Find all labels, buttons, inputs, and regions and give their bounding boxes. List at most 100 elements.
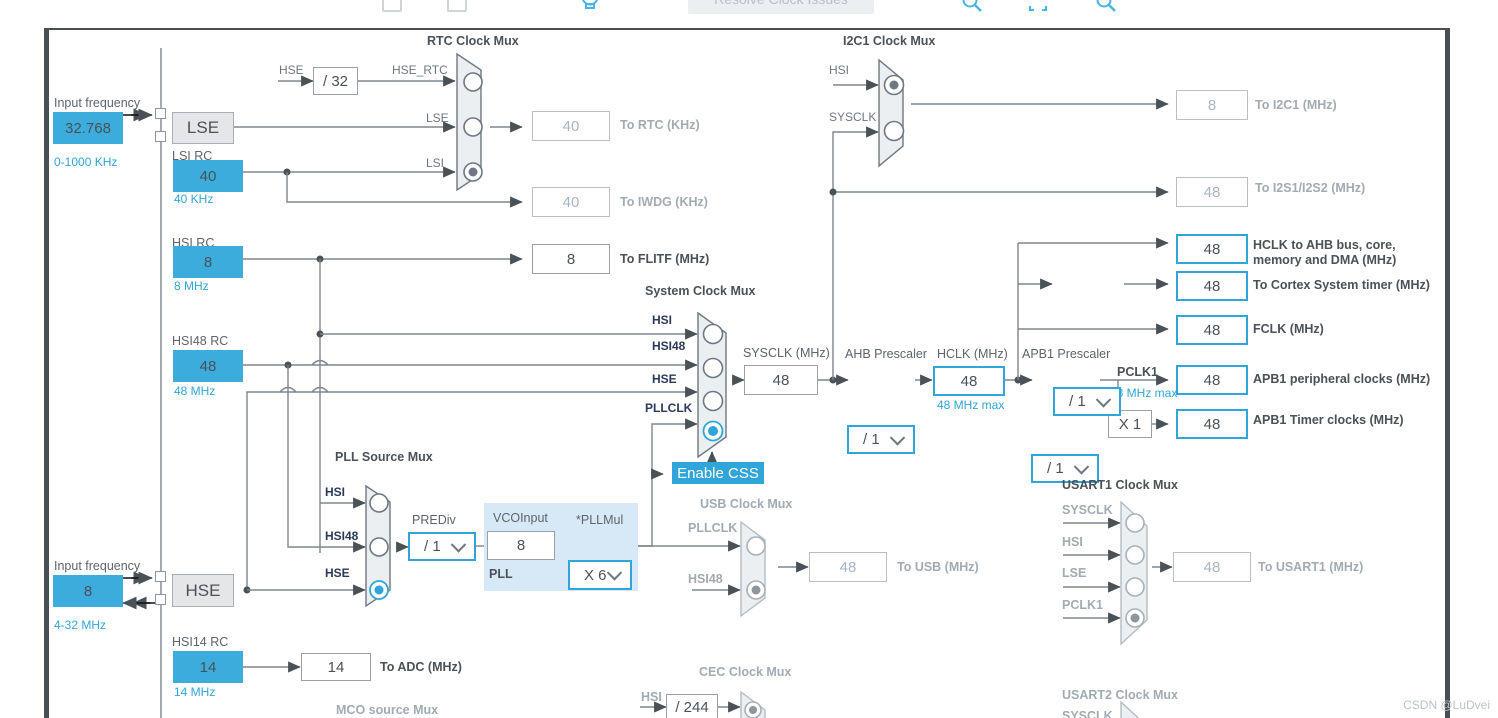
zoom-out-icon[interactable] xyxy=(1094,0,1118,14)
pllmul-select[interactable]: X 6 xyxy=(568,560,632,590)
fit-icon[interactable] xyxy=(1026,0,1050,14)
apb1-timer-output-label: APB1 Timer clocks (MHz) xyxy=(1253,413,1404,427)
to-adc-label: To ADC (MHz) xyxy=(380,660,462,674)
cec-clock-mux[interactable] xyxy=(739,690,779,718)
fclk-output-value[interactable]: 48 xyxy=(1176,315,1248,345)
lse-input-frequency-field[interactable]: 32.768 xyxy=(53,112,123,144)
lse-range-label: 0-1000 KHz xyxy=(54,155,118,169)
usb-mux-hsi48-label: HSI48 xyxy=(688,572,723,586)
usart2-mux-sysclk-label: SYSCLK xyxy=(1062,709,1113,718)
lse-terminal-top xyxy=(155,108,166,119)
sysclk-title: SYSCLK (MHz) xyxy=(743,346,830,360)
rtc-mux-lse-label: LSE xyxy=(426,111,449,125)
hclk-title: HCLK (MHz) xyxy=(937,347,1008,361)
chevron-down-icon xyxy=(450,536,467,553)
lsi-rc-unit-label: 40 KHz xyxy=(174,192,214,206)
prediv-select[interactable]: / 1 xyxy=(408,532,476,561)
i2c1-mux-sysclk-label: SYSCLK xyxy=(829,110,877,124)
panel-icon[interactable] xyxy=(447,0,467,12)
toolbar: Resolve Clock Issues xyxy=(0,0,1498,20)
hse-input-frequency-field[interactable]: 8 xyxy=(53,575,123,607)
i2c1-clock-mux[interactable] xyxy=(877,58,917,168)
to-i2s-label: To I2S1/I2S2 (MHz) xyxy=(1255,181,1366,195)
hsi48-rc-value-field[interactable]: 48 xyxy=(173,350,243,382)
ahb-prescaler-title: AHB Prescaler xyxy=(845,347,927,361)
ahb-prescaler-value: / 1 xyxy=(863,431,880,448)
to-i2c1-label: To I2C1 (MHz) xyxy=(1255,98,1337,112)
hclk-ahb-output-value[interactable]: 48 xyxy=(1176,234,1248,264)
bulb-icon[interactable] xyxy=(578,0,602,14)
hsi14-rc-value-field[interactable]: 14 xyxy=(173,651,243,683)
rtc-clock-mux[interactable] xyxy=(455,52,495,192)
pclk1-label: PCLK1 xyxy=(1117,365,1158,379)
system-clock-mux[interactable] xyxy=(696,311,740,459)
hsi14-rc-title: HSI14 RC xyxy=(172,635,229,649)
hclk-value[interactable]: 48 xyxy=(933,366,1005,396)
prediv-title: PREDiv xyxy=(412,513,456,527)
hse-oscillator-box[interactable]: HSE xyxy=(172,574,234,607)
usart1-mux-pclk1-label: PCLK1 xyxy=(1062,598,1103,612)
rtc-hse-divider: / 32 xyxy=(313,67,358,95)
to-rtc-value: 40 xyxy=(532,111,610,141)
panel-icon[interactable] xyxy=(382,0,402,12)
lsi-rc-value-field[interactable]: 40 xyxy=(173,160,243,192)
vcoinput-value: 8 xyxy=(487,531,555,560)
to-usart1-label: To USART1 (MHz) xyxy=(1258,560,1364,574)
i2c1-mux-hsi-label: HSI xyxy=(829,63,850,77)
system-clock-mux-title: System Clock Mux xyxy=(645,284,756,298)
usb-clock-mux-title: USB Clock Mux xyxy=(700,497,793,511)
pll-mux-hse-label: HSE xyxy=(325,566,350,580)
pll-source-mux[interactable] xyxy=(364,484,404,608)
cortex-prescaler-select[interactable]: / 1 xyxy=(1053,387,1121,416)
watermark: CSDN @LuDvei xyxy=(1403,698,1490,712)
usb-clock-mux[interactable] xyxy=(739,520,779,618)
hsi-rc-value-field[interactable]: 8 xyxy=(173,246,243,278)
cec-clock-mux-title: CEC Clock Mux xyxy=(699,665,792,679)
prediv-value: / 1 xyxy=(424,538,441,555)
apb1-peripheral-output-value[interactable]: 48 xyxy=(1176,365,1248,395)
to-usb-label: To USB (MHz) xyxy=(897,560,979,574)
hse-input-frequency-label: Input frequency xyxy=(54,559,141,573)
clock-configuration-screen: Resolve Clock Issues xyxy=(0,0,1498,718)
to-flitf-value: 8 xyxy=(532,244,610,274)
usart1-mux-sysclk-label: SYSCLK xyxy=(1062,503,1113,517)
apb1-peripheral-output-label: APB1 peripheral clocks (MHz) xyxy=(1253,372,1431,386)
zoom-in-icon[interactable] xyxy=(960,0,984,14)
chevron-down-icon xyxy=(889,429,906,446)
sys-mux-hsi-label: HSI xyxy=(652,313,673,327)
to-i2s-value: 48 xyxy=(1176,177,1248,207)
chevron-down-icon xyxy=(1095,391,1112,408)
hclk-ahb-output-label: HCLK to AHB bus, core, xyxy=(1253,238,1396,252)
hsi48-rc-unit-label: 48 MHz xyxy=(174,384,216,398)
cec-divider: / 244 xyxy=(666,694,718,718)
chevron-down-icon xyxy=(1073,458,1090,475)
ahb-prescaler-select[interactable]: / 1 xyxy=(847,425,915,454)
usart2-clock-mux[interactable] xyxy=(1119,700,1159,718)
pll-mux-hsi48-label: HSI48 xyxy=(325,529,359,543)
apb1-prescaler-title: APB1 Prescaler xyxy=(1022,347,1111,361)
rtc-hse-signal-label: HSE xyxy=(279,63,304,77)
hse-terminal-bottom xyxy=(155,594,166,605)
sys-mux-hsi48-label: HSI48 xyxy=(652,339,686,353)
usart1-clock-mux-title: USART1 Clock Mux xyxy=(1062,478,1178,492)
pllmul-value: X 6 xyxy=(584,566,607,584)
vcoinput-title: VCOInput xyxy=(493,511,548,525)
usart1-mux-lse-label: LSE xyxy=(1062,566,1087,580)
resolve-clock-issues-button[interactable]: Resolve Clock Issues xyxy=(688,0,874,14)
sys-mux-pllclk-label: PLLCLK xyxy=(645,401,693,415)
mco-source-mux-title: MCO source Mux xyxy=(336,703,439,717)
cortex-timer-output-value[interactable]: 48 xyxy=(1176,271,1248,301)
usart1-clock-mux[interactable] xyxy=(1119,500,1159,646)
lse-oscillator-box[interactable]: LSE xyxy=(172,112,234,144)
sysclk-value: 48 xyxy=(744,365,818,395)
pllmul-title: *PLLMul xyxy=(576,513,624,527)
to-iwdg-label: To IWDG (KHz) xyxy=(620,195,708,209)
lse-terminal-bottom xyxy=(155,131,166,142)
apb1-timer-output-value[interactable]: 48 xyxy=(1176,409,1248,439)
enable-css-button[interactable]: Enable CSS xyxy=(672,462,764,484)
chevron-down-icon xyxy=(606,565,623,581)
to-rtc-label: To RTC (KHz) xyxy=(620,118,700,132)
rtc-hse-rtc-signal-label: HSE_RTC xyxy=(392,63,448,77)
apb1-prescaler-value: / 1 xyxy=(1047,460,1064,477)
hsi48-rc-title: HSI48 RC xyxy=(172,334,229,348)
